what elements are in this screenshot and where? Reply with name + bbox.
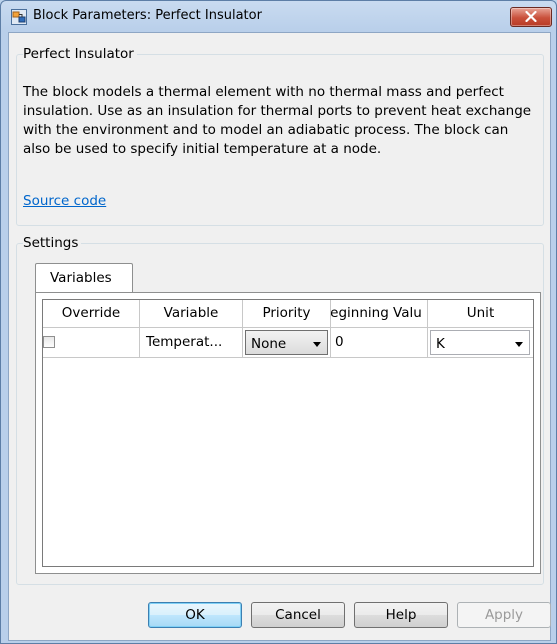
settings-group-title: Settings [23, 235, 82, 251]
table-row-beginning-value-cell[interactable]: 0 [331, 328, 428, 358]
simulink-block-icon [11, 9, 27, 25]
unit-dropdown[interactable]: K [430, 330, 530, 355]
ok-button[interactable]: OK [148, 602, 242, 628]
tab-variables[interactable]: Variables [35, 263, 133, 293]
cancel-button[interactable]: Cancel [251, 602, 345, 628]
table-row-override-cell [43, 328, 140, 358]
priority-value: None [251, 336, 287, 352]
close-icon [525, 11, 537, 22]
override-checkbox[interactable] [43, 336, 55, 348]
block-description: The block models a thermal element with … [23, 84, 532, 157]
column-header-beginning-value[interactable]: eginning Valu [331, 300, 428, 328]
column-header-priority[interactable]: Priority [243, 300, 331, 328]
title-bar[interactable]: Block Parameters: Perfect Insulator [1, 1, 556, 31]
unit-value: K [436, 336, 445, 352]
block-group-title: Perfect Insulator [23, 46, 137, 62]
apply-button[interactable]: Apply [457, 602, 551, 628]
table-row-priority-cell: None [243, 328, 331, 358]
chevron-down-icon [313, 342, 321, 347]
column-header-unit[interactable]: Unit [428, 300, 533, 328]
variables-table: Override Variable Priority eginning Valu… [42, 299, 534, 567]
dialog-window: Block Parameters: Perfect Insulator Perf… [0, 0, 557, 644]
help-button[interactable]: Help [354, 602, 448, 628]
table-row-variable-cell: Temperat... [140, 328, 243, 358]
table-row-unit-cell: K [428, 328, 533, 358]
source-code-link[interactable]: Source code [23, 193, 106, 209]
chevron-down-icon [515, 342, 523, 347]
window-title: Block Parameters: Perfect Insulator [33, 8, 262, 23]
variables-tab-panel: Override Variable Priority eginning Valu… [35, 292, 541, 574]
priority-dropdown[interactable]: None [245, 330, 328, 355]
beginning-value: 0 [335, 334, 344, 350]
dialog-client-area: Perfect Insulator The block models a the… [8, 32, 551, 641]
close-button[interactable] [510, 7, 552, 27]
tab-variables-label: Variables [50, 270, 112, 286]
column-header-variable[interactable]: Variable [140, 300, 243, 328]
column-header-override[interactable]: Override [43, 300, 140, 328]
